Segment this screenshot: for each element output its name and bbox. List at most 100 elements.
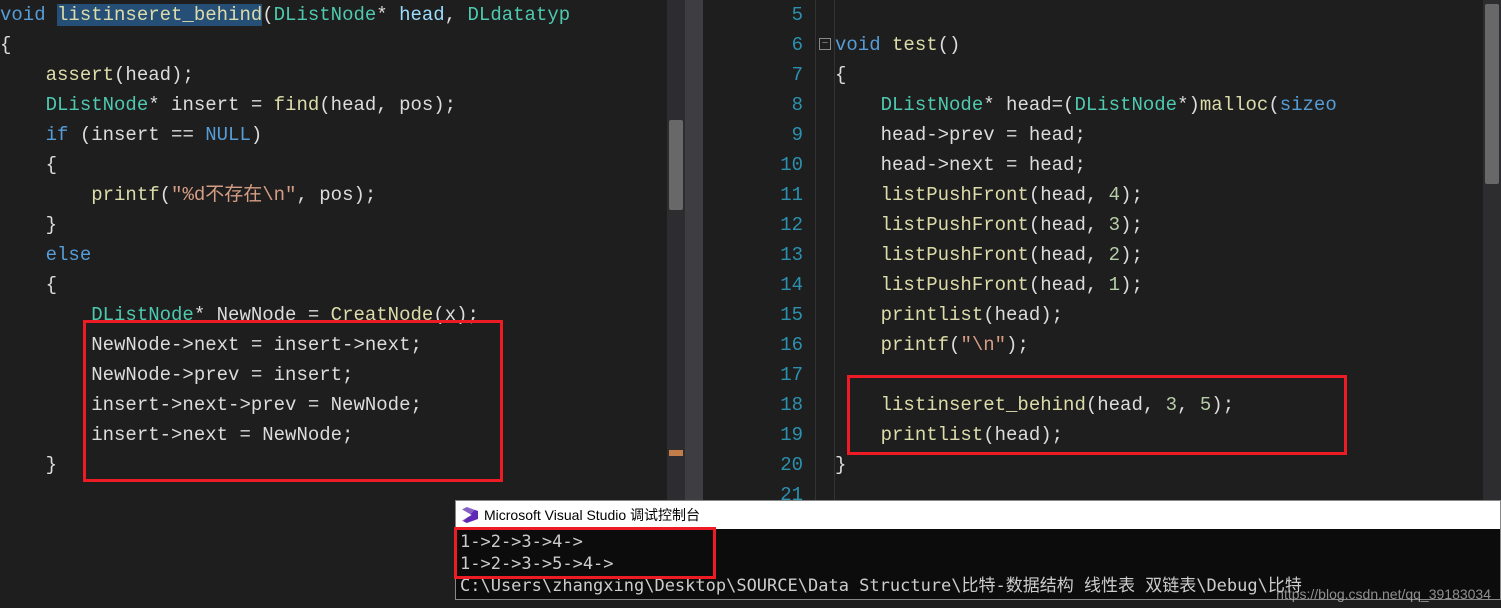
code-token: (head); [983, 304, 1063, 326]
code-token: printf [91, 184, 159, 206]
code-token [835, 394, 881, 416]
code-line[interactable]: printf("%d不存在\n", pos); [0, 180, 685, 210]
code-line[interactable]: printf("\n"); [835, 330, 1501, 360]
code-line[interactable]: if (insert == NULL) [0, 120, 685, 150]
code-line[interactable]: listPushFront(head, 4); [835, 180, 1501, 210]
editor-pane-left[interactable]: void listinseret_behind(DListNode* head,… [0, 0, 685, 505]
code-line[interactable]: else [0, 240, 685, 270]
code-line[interactable]: listPushFront(head, 3); [835, 210, 1501, 240]
code-area-right[interactable]: void test(){ DListNode* head=(DListNode*… [835, 0, 1501, 505]
code-line[interactable]: DListNode* head=(DListNode*)malloc(sizeo [835, 90, 1501, 120]
code-line[interactable]: { [0, 270, 685, 300]
console-line: 1->2->3->5->4-> [460, 553, 1496, 575]
code-token: * [376, 4, 399, 26]
line-number: 16 [740, 330, 803, 360]
code-token: assert [46, 64, 114, 86]
line-number: 9 [740, 120, 803, 150]
line-number: 13 [740, 240, 803, 270]
code-token: head [399, 4, 445, 26]
code-line[interactable]: head->prev = head; [835, 120, 1501, 150]
code-token: DListNode [881, 94, 984, 116]
code-line[interactable]: NewNode->prev = insert; [0, 360, 685, 390]
code-line[interactable]: listPushFront(head, 2); [835, 240, 1501, 270]
line-number: 10 [740, 150, 803, 180]
change-marker [669, 450, 683, 456]
scrollbar-left[interactable] [667, 0, 685, 505]
fold-toggle-icon[interactable]: − [819, 38, 831, 50]
code-line[interactable]: } [0, 450, 685, 480]
code-token: ) [251, 124, 262, 146]
code-token [835, 244, 881, 266]
code-token: ); [1120, 214, 1143, 236]
inner-scrollbar[interactable] [685, 0, 703, 505]
code-token: (head, [1029, 184, 1109, 206]
code-token: void [0, 4, 57, 26]
code-token: DListNode [91, 304, 194, 326]
code-token: DListNode [1074, 94, 1177, 116]
scrollbar-thumb[interactable] [669, 120, 683, 210]
code-token: { [0, 34, 11, 56]
code-token: ); [1120, 184, 1143, 206]
line-number-gutter: 56789101112131415161718192021 [740, 0, 815, 505]
code-line[interactable]: listinseret_behind(head, 3, 5); [835, 390, 1501, 420]
code-line[interactable]: insert->next->prev = NewNode; [0, 390, 685, 420]
code-token: (x); [433, 304, 479, 326]
code-line[interactable]: { [835, 60, 1501, 90]
code-line[interactable]: printlist(head); [835, 420, 1501, 450]
code-token: DListNode [46, 94, 149, 116]
code-line[interactable] [835, 360, 1501, 390]
code-token: { [0, 274, 57, 296]
code-line[interactable]: NewNode->next = insert->next; [0, 330, 685, 360]
code-line[interactable]: head->next = head; [835, 150, 1501, 180]
code-token: { [835, 64, 846, 86]
code-line[interactable] [835, 0, 1501, 30]
code-token: sizeo [1280, 94, 1337, 116]
code-token [0, 64, 46, 86]
code-token: (head, [1086, 394, 1166, 416]
editor-pane-right[interactable]: 56789101112131415161718192021 − void tes… [740, 0, 1501, 505]
line-number: 19 [740, 420, 803, 450]
code-line[interactable]: DListNode* insert = find(head, pos); [0, 90, 685, 120]
code-line[interactable]: listPushFront(head, 1); [835, 270, 1501, 300]
scrollbar-right[interactable] [1483, 0, 1501, 505]
line-number: 12 [740, 210, 803, 240]
code-token: 4 [1109, 184, 1120, 206]
code-token [835, 304, 881, 326]
code-token [0, 124, 46, 146]
pane-divider[interactable] [685, 0, 740, 505]
code-token: , [1177, 394, 1200, 416]
code-token: ); [1120, 244, 1143, 266]
code-line[interactable]: insert->next = NewNode; [0, 420, 685, 450]
code-token: insert->next = NewNode; [0, 424, 353, 446]
code-line[interactable]: } [835, 450, 1501, 480]
code-line[interactable]: void listinseret_behind(DListNode* head,… [0, 0, 685, 30]
code-token: printf [881, 334, 949, 356]
fold-column[interactable]: − [815, 0, 835, 505]
code-line[interactable]: { [0, 150, 685, 180]
line-number: 18 [740, 390, 803, 420]
code-line[interactable]: printlist(head); [835, 300, 1501, 330]
code-line[interactable]: assert(head); [0, 60, 685, 90]
code-token: CreatNode [331, 304, 434, 326]
code-token: } [0, 214, 57, 236]
code-token [835, 184, 881, 206]
code-area-left[interactable]: void listinseret_behind(DListNode* head,… [0, 0, 685, 480]
code-line[interactable]: } [0, 210, 685, 240]
code-token: if [46, 124, 69, 146]
code-token: 1 [1109, 274, 1120, 296]
code-token: NewNode->next = insert->next; [0, 334, 422, 356]
code-token: * NewNode = [194, 304, 331, 326]
scrollbar-thumb[interactable] [1485, 4, 1499, 184]
code-token: ( [1268, 94, 1279, 116]
visual-studio-icon [462, 507, 478, 523]
code-token: malloc [1200, 94, 1268, 116]
debug-console-window[interactable]: Microsoft Visual Studio 调试控制台 1->2->3->4… [455, 500, 1501, 600]
code-token [835, 214, 881, 236]
code-token: ( [949, 334, 960, 356]
code-line[interactable]: DListNode* NewNode = CreatNode(x); [0, 300, 685, 330]
line-number: 17 [740, 360, 803, 390]
code-line[interactable]: void test() [835, 30, 1501, 60]
console-titlebar[interactable]: Microsoft Visual Studio 调试控制台 [456, 501, 1500, 529]
code-token [835, 94, 881, 116]
code-line[interactable]: { [0, 30, 685, 60]
